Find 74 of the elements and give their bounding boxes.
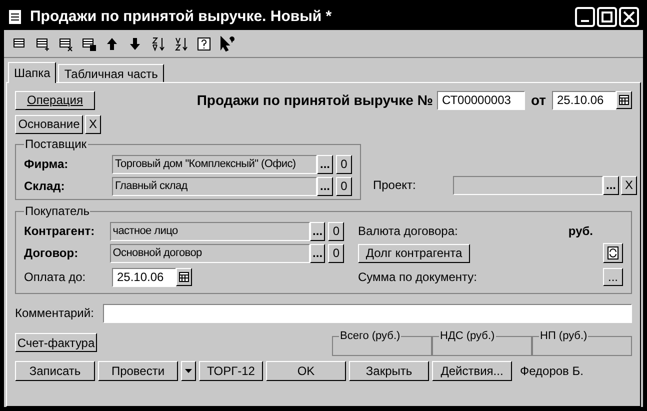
pointer-help-icon[interactable] xyxy=(219,36,235,52)
action-button[interactable]: ТОРГ-12 xyxy=(199,361,263,381)
sort-descending-icon[interactable] xyxy=(173,36,189,52)
currency-value: руб. xyxy=(568,223,593,240)
arrow-down-icon[interactable] xyxy=(127,36,143,52)
select-button[interactable]: ... xyxy=(317,154,333,174)
sort-ascending-icon[interactable] xyxy=(150,36,166,52)
user-name: Федоров Б. xyxy=(520,363,584,380)
caret-icon xyxy=(185,369,192,373)
group-title: Покупатель xyxy=(24,203,90,220)
calendar-button[interactable] xyxy=(616,91,632,109)
arrow-up-icon[interactable] xyxy=(104,36,120,52)
close-icon xyxy=(623,11,635,23)
open-button[interactable]: 0 xyxy=(328,244,344,262)
field-label: Оплата до: xyxy=(24,269,87,286)
table-save-icon[interactable] xyxy=(81,36,97,52)
action-button[interactable]: Записать xyxy=(15,361,95,381)
open-button[interactable]: 0 xyxy=(328,222,344,240)
debt-button[interactable]: Долг контрагента xyxy=(358,244,470,262)
action-button[interactable]: Действия... xyxy=(432,361,512,381)
document-icon xyxy=(8,9,22,25)
sum-button[interactable]: ... xyxy=(603,268,623,286)
reference-field[interactable]: Торговый дом "Комплексный" (Офис) xyxy=(112,154,317,174)
action-button[interactable]: Закрыть xyxy=(349,361,429,381)
total-label: НП (руб.) xyxy=(539,329,588,344)
clear-button[interactable]: X xyxy=(85,114,101,134)
basis-button[interactable]: Основание xyxy=(15,114,83,134)
field-label: Валюта договора: xyxy=(358,223,458,240)
minimize-icon xyxy=(581,20,589,22)
refresh-button[interactable] xyxy=(603,243,623,263)
table-delete-icon[interactable] xyxy=(58,36,74,52)
field-label: Контрагент: xyxy=(24,223,96,240)
field-label: Фирма: xyxy=(24,156,70,173)
field-label: Проект: xyxy=(373,177,417,194)
tab[interactable]: Табличная часть xyxy=(58,64,164,82)
document-heading: Продажи по принятой выручке № xyxy=(196,90,433,110)
date-field[interactable]: 25.10.06 xyxy=(552,90,616,110)
reference-field[interactable]: Главный склад xyxy=(112,176,317,196)
help-icon[interactable] xyxy=(196,36,212,52)
action-button[interactable]: Провести xyxy=(98,361,178,381)
field-label: Сумма по документу: xyxy=(358,269,477,286)
dropdown-button[interactable] xyxy=(181,361,196,381)
maximize-icon xyxy=(601,11,613,23)
minimize-button[interactable] xyxy=(575,7,595,27)
tab[interactable]: Шапка xyxy=(8,62,56,83)
operation-button[interactable]: Операция xyxy=(15,90,95,110)
maximize-button[interactable] xyxy=(597,7,617,27)
reference-field[interactable]: Основной договор xyxy=(110,244,310,262)
calendar-button[interactable] xyxy=(176,268,192,286)
total-label: НДС (руб.) xyxy=(439,329,496,344)
select-button[interactable]: ... xyxy=(310,222,326,240)
field-label: Склад: xyxy=(24,178,66,195)
project-field[interactable] xyxy=(453,176,603,194)
total-label: Всего (руб.) xyxy=(339,329,402,344)
action-button[interactable]: OK xyxy=(266,361,346,381)
reference-field[interactable]: частное лицо xyxy=(110,222,310,240)
date-field[interactable]: 25.10.06 xyxy=(112,268,176,286)
open-button[interactable]: 0 xyxy=(336,154,352,174)
window-title: Продажи по принятой выручке. Новый * xyxy=(30,6,332,27)
close-button[interactable] xyxy=(619,7,639,27)
select-button[interactable]: ... xyxy=(603,176,619,194)
table-add-icon[interactable] xyxy=(35,36,51,52)
field-label: Договор: xyxy=(24,245,80,262)
refresh-icon xyxy=(606,246,620,260)
field-label: Комментарий: xyxy=(15,305,95,322)
invoice-button[interactable]: Счет-фактура xyxy=(15,333,97,352)
open-button[interactable]: 0 xyxy=(336,176,352,196)
comment-field[interactable] xyxy=(103,304,632,322)
select-button[interactable]: ... xyxy=(317,176,333,196)
clear-button[interactable]: X xyxy=(621,176,637,194)
number-field[interactable]: СТ00000003 xyxy=(436,90,525,110)
select-button[interactable]: ... xyxy=(310,244,326,262)
date-label: от xyxy=(530,90,546,110)
group-title: Поставщик xyxy=(24,136,88,153)
